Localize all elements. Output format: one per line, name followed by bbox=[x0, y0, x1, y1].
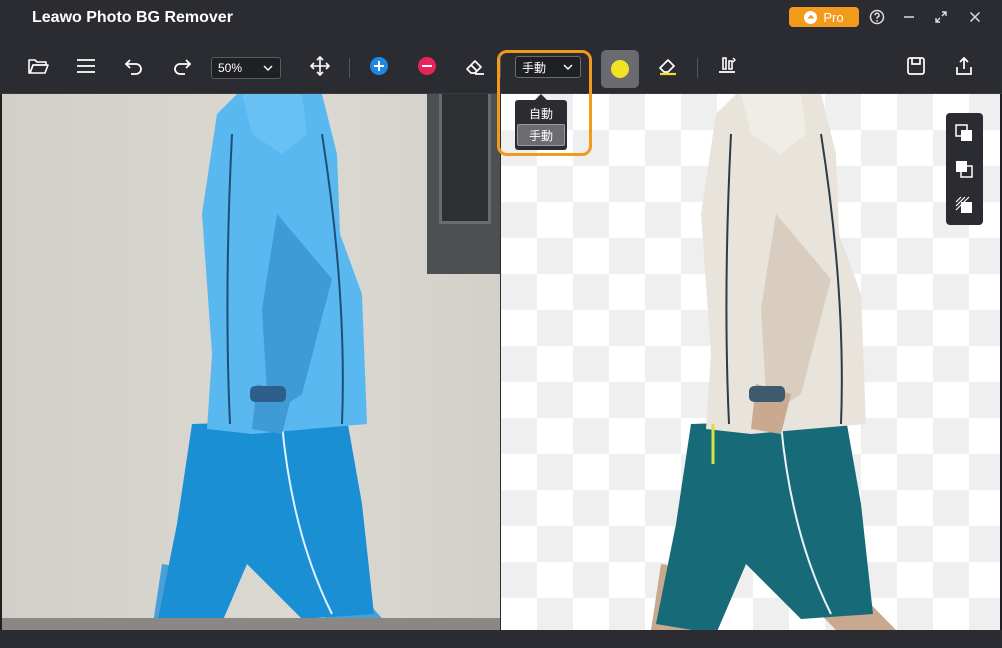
pro-label: Pro bbox=[823, 9, 844, 25]
undo-button[interactable] bbox=[121, 53, 147, 79]
menu-icon bbox=[77, 59, 95, 73]
eraser-icon bbox=[466, 60, 484, 75]
help-button[interactable] bbox=[866, 6, 888, 28]
move-button[interactable] bbox=[307, 53, 333, 79]
undo-icon bbox=[124, 59, 142, 75]
single-view-button[interactable] bbox=[953, 158, 975, 180]
mode-option-auto[interactable]: 自動 bbox=[517, 102, 565, 124]
compare-view-button[interactable] bbox=[953, 122, 975, 144]
masked-person bbox=[152, 94, 392, 630]
share-icon bbox=[956, 56, 972, 75]
eraser-button[interactable] bbox=[462, 53, 488, 79]
brush-eraser-icon bbox=[659, 59, 676, 76]
minimize-icon bbox=[904, 16, 914, 18]
move-icon bbox=[309, 55, 331, 77]
brush-color-swatch bbox=[611, 60, 629, 78]
export-button[interactable] bbox=[951, 53, 977, 79]
help-icon bbox=[869, 9, 885, 25]
brush-eraser-button[interactable] bbox=[655, 53, 681, 79]
save-icon bbox=[907, 57, 925, 75]
toolbar-separator bbox=[697, 58, 698, 78]
layers-front-icon bbox=[955, 124, 972, 141]
stamp-icon bbox=[719, 57, 736, 73]
stamp-button[interactable] bbox=[714, 53, 740, 79]
close-icon bbox=[969, 11, 981, 23]
plus-icon bbox=[370, 57, 388, 75]
zoom-value: 50% bbox=[218, 61, 243, 75]
minus-icon bbox=[418, 57, 436, 75]
maximize-icon bbox=[935, 11, 947, 23]
maximize-button[interactable] bbox=[930, 6, 952, 28]
folder-icon bbox=[28, 59, 49, 74]
toolbar-separator bbox=[349, 58, 350, 78]
transparent-view-button[interactable] bbox=[953, 194, 975, 216]
menu-button[interactable] bbox=[73, 53, 99, 79]
upgrade-icon bbox=[804, 10, 818, 24]
layers-back-icon bbox=[956, 161, 973, 178]
view-tools-panel bbox=[946, 113, 983, 225]
mode-option-manual[interactable]: 手動 bbox=[517, 124, 565, 146]
pro-badge[interactable]: Pro bbox=[789, 7, 859, 27]
redo-button[interactable] bbox=[169, 53, 195, 79]
ground-strip bbox=[2, 618, 500, 630]
save-button[interactable] bbox=[903, 53, 929, 79]
redo-icon bbox=[174, 59, 192, 75]
app-title: Leawo Photo BG Remover bbox=[32, 9, 233, 26]
remove-area-button[interactable] bbox=[414, 53, 440, 79]
open-button[interactable] bbox=[25, 53, 51, 79]
mode-dropdown: 自動 手動 bbox=[515, 94, 567, 150]
add-area-button[interactable] bbox=[366, 53, 392, 79]
chevron-down-icon bbox=[263, 65, 273, 71]
original-image-canvas[interactable] bbox=[2, 94, 500, 630]
close-button[interactable] bbox=[964, 6, 986, 28]
zoom-select[interactable]: 50% bbox=[211, 57, 281, 79]
status-bar bbox=[0, 630, 1002, 648]
brush-color-button[interactable] bbox=[601, 50, 639, 88]
minimize-button[interactable] bbox=[898, 6, 920, 28]
transparency-icon bbox=[955, 196, 972, 213]
title-bar: Leawo Photo BG Remover Pro bbox=[0, 0, 1002, 36]
result-preview-canvas[interactable] bbox=[501, 94, 1000, 630]
cutout-person bbox=[651, 94, 896, 630]
